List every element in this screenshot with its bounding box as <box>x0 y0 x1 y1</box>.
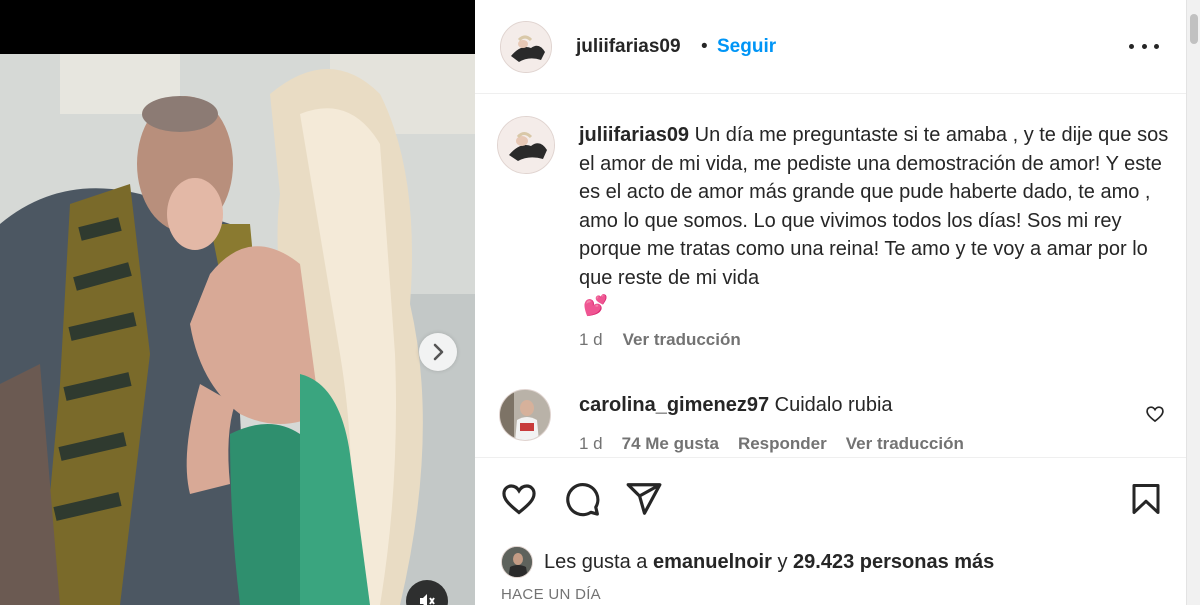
likes-summary: Les gusta a emanuelnoir y 29.423 persona… <box>501 546 994 578</box>
page-scrollbar[interactable] <box>1186 0 1200 605</box>
post-media[interactable] <box>0 0 475 605</box>
comment-body: carolina_gimenez97 Cuidalo rubia <box>579 394 893 417</box>
caption-text: Un día me preguntaste si te amaba , y te… <box>579 124 1169 289</box>
post-caption: juliifarias09 Un día me preguntaste si t… <box>579 121 1169 321</box>
share-icon[interactable] <box>625 480 663 518</box>
comment-text: Cuidalo rubia <box>774 394 893 416</box>
caption-age[interactable]: 1 d <box>579 330 603 350</box>
post-details: juliifarias09 • Seguir juliifarias09 Un … <box>475 0 1186 605</box>
carousel-next-button[interactable] <box>419 333 457 371</box>
likes-prefix: Les gusta a <box>544 550 648 573</box>
carousel-next-icon <box>433 343 444 361</box>
post-header: juliifarias09 • Seguir <box>475 0 1186 94</box>
scrollbar-thumb[interactable] <box>1190 14 1198 44</box>
bookmark-icon[interactable] <box>1128 480 1164 518</box>
caption-translate-link[interactable]: Ver traducción <box>623 330 741 350</box>
comment-reply-button[interactable]: Responder <box>738 434 827 454</box>
heart-icon[interactable] <box>500 480 538 518</box>
post-photo <box>0 54 475 605</box>
comment-likes-count[interactable]: 74 Me gusta <box>622 434 719 454</box>
comment-heart-icon[interactable] <box>1145 404 1165 424</box>
separator-dot: • <box>701 36 708 57</box>
commenter-avatar[interactable] <box>499 389 551 441</box>
comment-translate-link[interactable]: Ver traducción <box>846 434 964 454</box>
commenter-username[interactable]: carolina_gimenez97 <box>579 394 769 416</box>
comment-meta: 1 d 74 Me gusta Responder Ver traducción <box>579 434 964 454</box>
mute-icon <box>420 594 435 605</box>
liker-avatar[interactable] <box>501 546 533 578</box>
post-actions-bar: Les gusta a emanuelnoir y 29.423 persona… <box>475 457 1186 605</box>
caption-meta: 1 d Ver traducción <box>579 330 741 350</box>
likes-others-count[interactable]: 29.423 personas más <box>793 551 994 574</box>
more-options-icon[interactable] <box>1129 34 1159 58</box>
liker-username[interactable]: emanuelnoir <box>653 551 772 574</box>
caption-author-avatar[interactable] <box>497 116 555 174</box>
likes-connector: y <box>777 550 788 573</box>
author-avatar[interactable] <box>500 21 552 73</box>
post-timestamp[interactable]: HACE UN DÍA <box>501 586 601 603</box>
comment-icon[interactable] <box>563 480 601 518</box>
comment-age[interactable]: 1 d <box>579 434 603 454</box>
follow-button[interactable]: Seguir <box>717 36 776 58</box>
two-hearts-emoji: 💕 <box>583 295 608 317</box>
author-username[interactable]: juliifarias09 <box>576 36 681 58</box>
caption-username[interactable]: juliifarias09 <box>579 124 689 146</box>
